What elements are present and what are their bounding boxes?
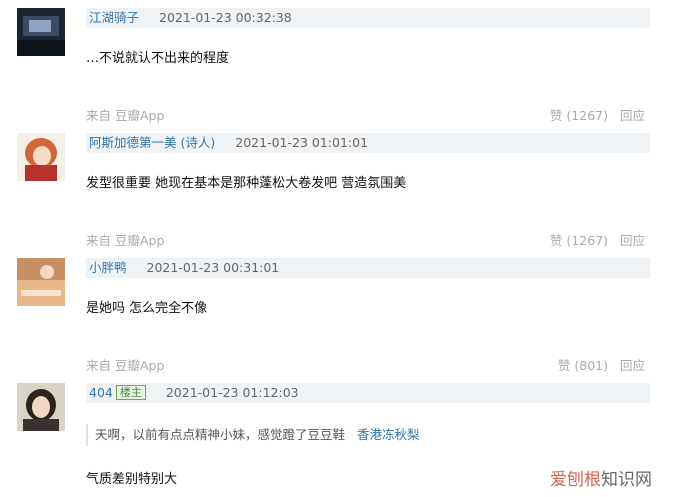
comment-time: 2021-01-23 01:12:03 xyxy=(165,385,299,400)
comment-content: …不说就认不出来的程度 xyxy=(86,51,230,66)
comment-header: 江湖骑子 2021-01-23 00:32:38 xyxy=(86,8,650,28)
comment-actions: 赞 (801) 回应 xyxy=(558,355,645,374)
author-title: (诗人) xyxy=(180,135,216,150)
op-badge: 楼主 xyxy=(115,385,146,400)
comment-time: 2021-01-23 01:01:01 xyxy=(235,135,369,150)
quote-author[interactable]: 香港冻秋梨 xyxy=(357,427,420,442)
comment-content: 气质差别特别大 xyxy=(86,472,178,487)
comment-author[interactable]: 江湖骑子 xyxy=(89,10,139,25)
vote-button[interactable]: 赞 (801) xyxy=(558,358,608,373)
comment-actions: 赞 (1267) 回应 xyxy=(550,230,645,249)
vote-button[interactable]: 赞 (1267) xyxy=(550,233,608,248)
comment-content: 发型很重要 她现在基本是那种蓬松大卷发吧 营造氛围美 xyxy=(86,176,407,191)
avatar[interactable] xyxy=(17,258,65,306)
watermark-part2: 知识网 xyxy=(601,470,652,490)
comment-header: 小胖鸭 2021-01-23 00:31:01 xyxy=(86,258,650,278)
comment-source: 来自 豆瓣App xyxy=(86,233,165,248)
comment-source: 来自 豆瓣App xyxy=(86,358,165,373)
quoted-reply: 天啊，以前有点点精神小妹，感觉蹬了豆豆鞋 香港冻秋梨 xyxy=(86,424,655,446)
comment-time: 2021-01-23 00:32:38 xyxy=(159,10,292,25)
comment-content: 是她吗 怎么完全不像 xyxy=(86,301,208,316)
comment-source: 来自 豆瓣App xyxy=(86,108,165,123)
reply-button[interactable]: 回应 xyxy=(620,358,645,373)
reply-button[interactable]: 回应 xyxy=(620,233,645,248)
comment-actions: 赞 (1267) 回应 xyxy=(550,105,645,124)
comment-header: 404 楼主 2021-01-23 01:12:03 xyxy=(86,383,650,403)
avatar[interactable] xyxy=(17,8,65,56)
avatar[interactable] xyxy=(17,133,65,181)
watermark-part1: 爱刨根 xyxy=(550,470,601,490)
quote-text: 天啊，以前有点点精神小妹，感觉蹬了豆豆鞋 xyxy=(95,427,346,442)
avatar[interactable] xyxy=(17,383,65,431)
comment-author[interactable]: 小胖鸭 xyxy=(89,260,127,275)
vote-button[interactable]: 赞 (1267) xyxy=(550,108,608,123)
reply-button[interactable]: 回应 xyxy=(620,108,645,123)
comment-time: 2021-01-23 00:31:01 xyxy=(146,260,280,275)
watermark: 爱刨根知识网 xyxy=(550,465,652,490)
comment-author[interactable]: 404 xyxy=(89,385,113,400)
comment-author[interactable]: 阿斯加德第一美 xyxy=(89,135,177,150)
comment-header: 阿斯加德第一美 (诗人) 2021-01-23 01:01:01 xyxy=(86,133,650,153)
